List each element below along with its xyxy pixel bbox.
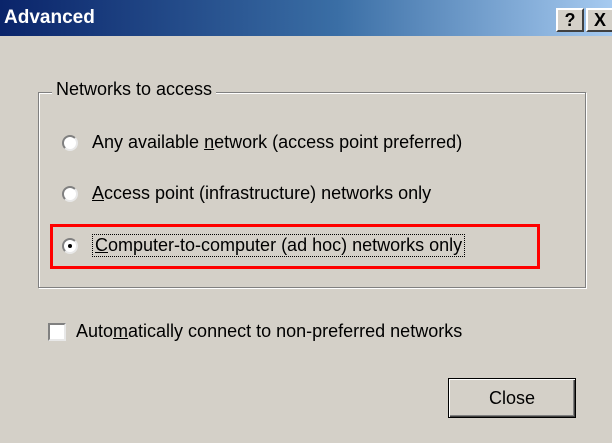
radio-label-any: Any available network (access point pref… xyxy=(92,132,463,152)
auto-connect-checkbox[interactable] xyxy=(48,322,66,341)
title-bar[interactable]: Advanced ? X xyxy=(0,0,612,36)
close-button[interactable]: Close xyxy=(448,378,576,418)
close-window-button[interactable]: X xyxy=(586,8,612,32)
highlight-annotation xyxy=(50,224,540,269)
auto-connect-option[interactable]: Automatically connect to non-preferred n… xyxy=(48,321,462,342)
radio-any-network[interactable]: Any available network (access point pref… xyxy=(62,132,462,153)
dialog-title: Advanced xyxy=(4,7,95,28)
networks-group-label: Networks to access xyxy=(52,79,217,100)
radio-access-point-only[interactable]: Access point (infrastructure) networks o… xyxy=(62,183,431,204)
radio-label-access-point: Access point (infrastructure) networks o… xyxy=(92,183,432,203)
radio-button-access-point[interactable] xyxy=(62,185,78,202)
help-button[interactable]: ? xyxy=(556,8,584,32)
advanced-dialog: Advanced ? X Networks to access Any avai… xyxy=(0,0,612,443)
auto-connect-label: Automatically connect to non-preferred n… xyxy=(76,321,463,341)
radio-button-any[interactable] xyxy=(62,134,78,151)
